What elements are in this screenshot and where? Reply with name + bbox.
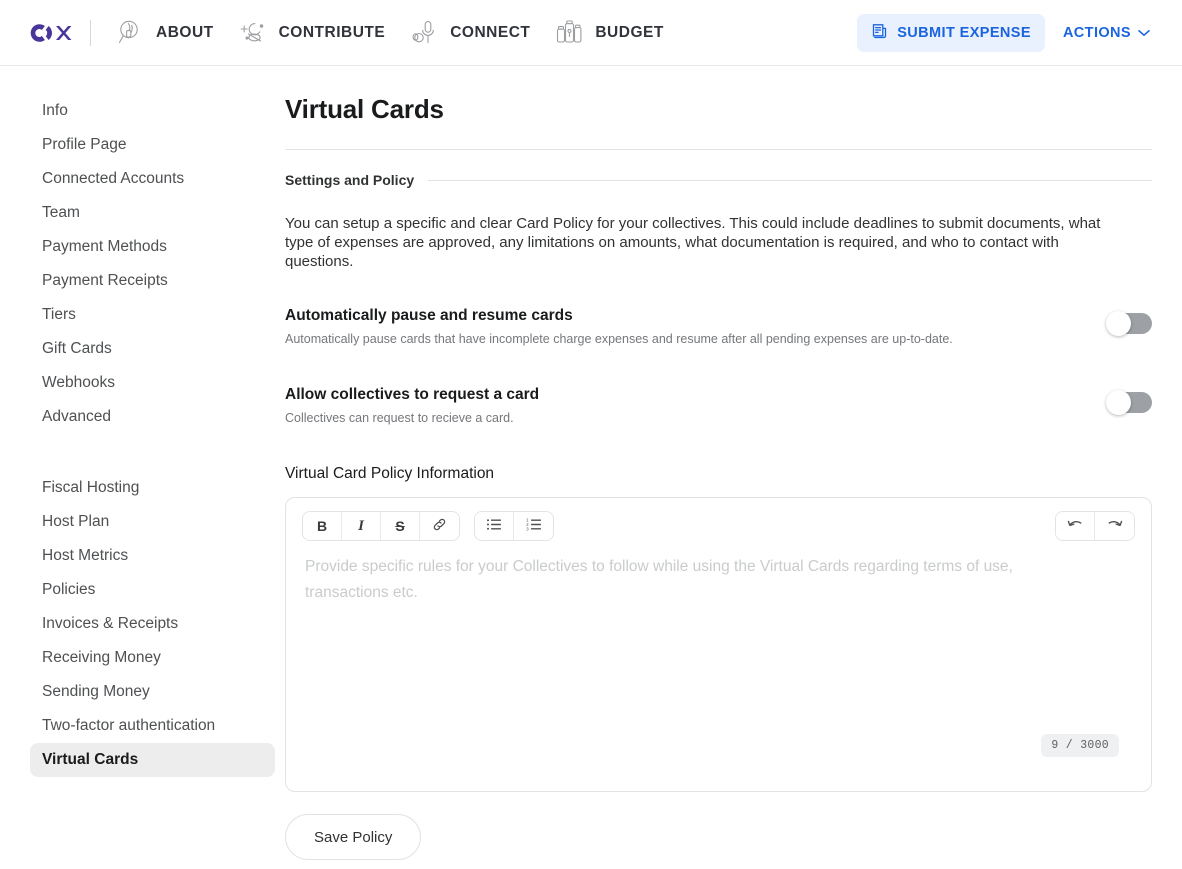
link-icon	[432, 517, 447, 535]
sidebar-item-fiscal-hosting[interactable]: Fiscal Hosting	[30, 471, 275, 505]
settings-sidebar: Info Profile Page Connected Accounts Tea…	[0, 66, 275, 777]
sidebar-item-host-plan[interactable]: Host Plan	[30, 505, 275, 539]
main-content: Virtual Cards Settings and Policy You ca…	[275, 66, 1182, 860]
topbar-actions: SUBMIT EXPENSE ACTIONS	[857, 13, 1162, 52]
sidebar-item-payment-receipts[interactable]: Payment Receipts	[30, 264, 275, 298]
sidebar-item-virtual-cards[interactable]: Virtual Cards	[30, 743, 275, 777]
actions-label: ACTIONS	[1062, 24, 1131, 41]
history-button-group	[1055, 511, 1135, 541]
ordered-list-button[interactable]: 1 2 3	[514, 512, 553, 540]
character-counter: 9 / 3000	[1041, 734, 1119, 757]
setting-row-request-card: Allow collectives to request a card Coll…	[285, 386, 1152, 426]
sidebar-item-webhooks[interactable]: Webhooks	[30, 366, 275, 400]
toggle-knob	[1106, 311, 1131, 336]
open-collective-logo[interactable]	[28, 21, 74, 45]
sidebar-group-account: Info Profile Page Connected Accounts Tea…	[30, 94, 275, 434]
redo-button[interactable]	[1095, 512, 1134, 540]
setting-title-auto-pause: Automatically pause and resume cards	[285, 307, 573, 324]
toggle-allow-request-card[interactable]	[1106, 390, 1152, 415]
format-button-group: B I S	[302, 511, 460, 541]
sidebar-item-sending-money[interactable]: Sending Money	[30, 675, 275, 709]
virtual-card-policy-editor[interactable]: B I S 1 2 3 Provide specific rules for y…	[285, 497, 1152, 792]
title-divider	[285, 149, 1152, 150]
undo-button[interactable]	[1056, 512, 1095, 540]
toggle-knob	[1106, 390, 1131, 415]
undo-icon	[1067, 518, 1084, 534]
bullet-list-icon	[486, 518, 502, 534]
save-policy-button[interactable]: Save Policy	[285, 814, 422, 860]
bold-glyph: B	[316, 518, 328, 534]
nav-label-contribute: CONTRIBUTE	[278, 23, 386, 41]
nav-label-about: ABOUT	[156, 23, 214, 41]
sidebar-item-policies[interactable]: Policies	[30, 573, 275, 607]
sidebar-item-gift-cards[interactable]: Gift Cards	[30, 332, 275, 366]
link-button[interactable]	[420, 512, 459, 540]
nav-item-budget[interactable]: BUDGET	[546, 10, 679, 56]
primary-nav: ABOUT CONTRIBUTE CONNECT BUDGET	[107, 10, 680, 56]
page-title: Virtual Cards	[285, 94, 444, 124]
settings-and-policy-header: Settings and Policy	[285, 172, 1152, 188]
setting-title-request-card: Allow collectives to request a card	[285, 386, 540, 403]
strikethrough-button[interactable]: S	[381, 512, 420, 540]
sidebar-item-host-metrics[interactable]: Host Metrics	[30, 539, 275, 573]
page-body: Info Profile Page Connected Accounts Tea…	[0, 66, 1182, 869]
nav-item-about[interactable]: ABOUT	[107, 10, 230, 56]
redo-icon	[1106, 518, 1123, 534]
list-button-group: 1 2 3	[474, 511, 554, 541]
receipt-icon	[871, 23, 888, 43]
toggle-auto-pause-cards[interactable]	[1106, 311, 1152, 336]
setting-texts: Allow collectives to request a card Coll…	[285, 386, 539, 426]
editor-label: Virtual Card Policy Information	[285, 465, 495, 482]
sidebar-item-team[interactable]: Team	[30, 196, 275, 230]
strikethrough-glyph: S	[395, 518, 405, 534]
nav-item-connect[interactable]: CONNECT	[401, 10, 546, 56]
chevron-down-icon	[1138, 25, 1150, 40]
submit-expense-button[interactable]: SUBMIT EXPENSE	[857, 13, 1045, 52]
intro-paragraph: You can setup a specific and clear Card …	[285, 215, 1101, 270]
editor-toolbar: B I S 1 2 3	[286, 498, 1151, 541]
section-label: Settings and Policy	[285, 172, 415, 188]
editor-placeholder-text: Provide specific rules for your Collecti…	[305, 558, 1013, 601]
setting-row-auto-pause: Automatically pause and resume cards Aut…	[285, 307, 1152, 347]
svg-text:3: 3	[526, 526, 529, 531]
bullet-list-button[interactable]	[475, 512, 514, 540]
sidebar-group-host: Fiscal Hosting Host Plan Host Metrics Po…	[30, 471, 275, 777]
sidebar-item-receiving-money[interactable]: Receiving Money	[30, 641, 275, 675]
logo-divider	[90, 19, 91, 46]
sidebar-item-info[interactable]: Info	[30, 94, 275, 128]
sidebar-item-invoices-receipts[interactable]: Invoices & Receipts	[30, 607, 275, 641]
setting-description-request-card: Collectives can request to recieve a car…	[285, 411, 514, 425]
about-magnifier-icon	[113, 16, 147, 50]
italic-button[interactable]: I	[342, 512, 381, 540]
ordered-list-icon: 1 2 3	[526, 518, 542, 534]
sidebar-item-connected-accounts[interactable]: Connected Accounts	[30, 162, 275, 196]
section-divider	[428, 179, 1152, 181]
italic-glyph: I	[358, 517, 364, 534]
submit-expense-label: SUBMIT EXPENSE	[897, 24, 1031, 41]
nav-item-contribute[interactable]: CONTRIBUTE	[230, 10, 402, 56]
setting-texts: Automatically pause and resume cards Aut…	[285, 307, 953, 347]
actions-dropdown-button[interactable]: ACTIONS	[1051, 16, 1162, 50]
setting-description-auto-pause: Automatically pause cards that have inco…	[285, 332, 953, 346]
top-navigation-bar: ABOUT CONTRIBUTE CONNECT BUDGET SUBMIT E…	[0, 0, 1182, 66]
sidebar-item-two-factor-auth[interactable]: Two-factor authentication	[30, 709, 275, 743]
nav-label-connect: CONNECT	[450, 23, 531, 41]
nav-label-budget: BUDGET	[595, 23, 664, 41]
sidebar-item-profile-page[interactable]: Profile Page	[30, 128, 275, 162]
bold-button[interactable]: B	[303, 512, 342, 540]
sidebar-item-tiers[interactable]: Tiers	[30, 298, 275, 332]
contribute-stars-icon	[236, 16, 270, 50]
sidebar-item-payment-methods[interactable]: Payment Methods	[30, 230, 275, 264]
budget-jars-icon	[552, 16, 586, 50]
open-collective-logo-mark	[30, 23, 72, 42]
connect-microphone-icon	[407, 16, 441, 50]
history-button-group-wrapper	[1055, 511, 1135, 541]
sidebar-item-advanced[interactable]: Advanced	[30, 400, 275, 434]
